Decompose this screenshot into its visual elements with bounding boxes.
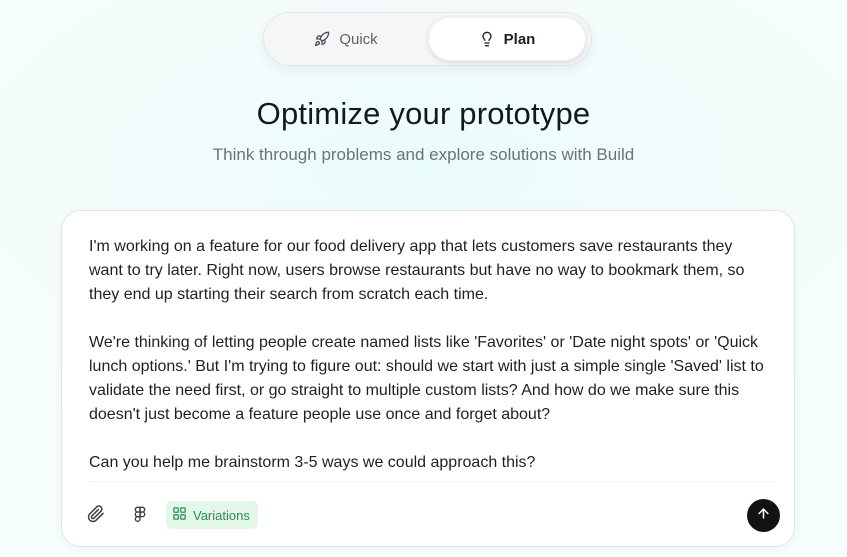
rocket-icon <box>314 31 330 47</box>
plan-mode-tab[interactable]: Plan <box>428 17 586 61</box>
divider <box>89 481 774 482</box>
send-button[interactable] <box>747 499 780 532</box>
prompt-input[interactable]: I'm working on a feature for our food de… <box>89 235 769 475</box>
prompt-paragraph: I'm working on a feature for our food de… <box>89 238 745 303</box>
figma-button[interactable] <box>125 501 155 531</box>
figma-icon <box>132 505 148 528</box>
prompt-paragraph: We're thinking of letting people create … <box>89 334 764 423</box>
plan-mode-label: Plan <box>503 30 536 48</box>
quick-mode-label: Quick <box>339 30 378 48</box>
prompt-paragraph: Can you help me brainstorm 3-5 ways we c… <box>89 454 536 471</box>
mode-toggle: Quick Plan <box>263 12 592 66</box>
arrow-up-icon <box>756 506 771 526</box>
variations-button[interactable]: Variations <box>166 501 258 529</box>
lightbulb-icon <box>479 31 495 47</box>
prompt-card: I'm working on a feature for our food de… <box>61 210 795 547</box>
paperclip-icon <box>87 504 105 528</box>
grid-icon <box>172 506 187 524</box>
variations-label: Variations <box>193 507 250 523</box>
attach-button[interactable] <box>81 501 111 531</box>
page-title: Optimize your prototype <box>256 96 591 131</box>
quick-mode-tab[interactable]: Quick <box>268 17 424 61</box>
page-subtitle: Think through problems and explore solut… <box>212 145 635 164</box>
